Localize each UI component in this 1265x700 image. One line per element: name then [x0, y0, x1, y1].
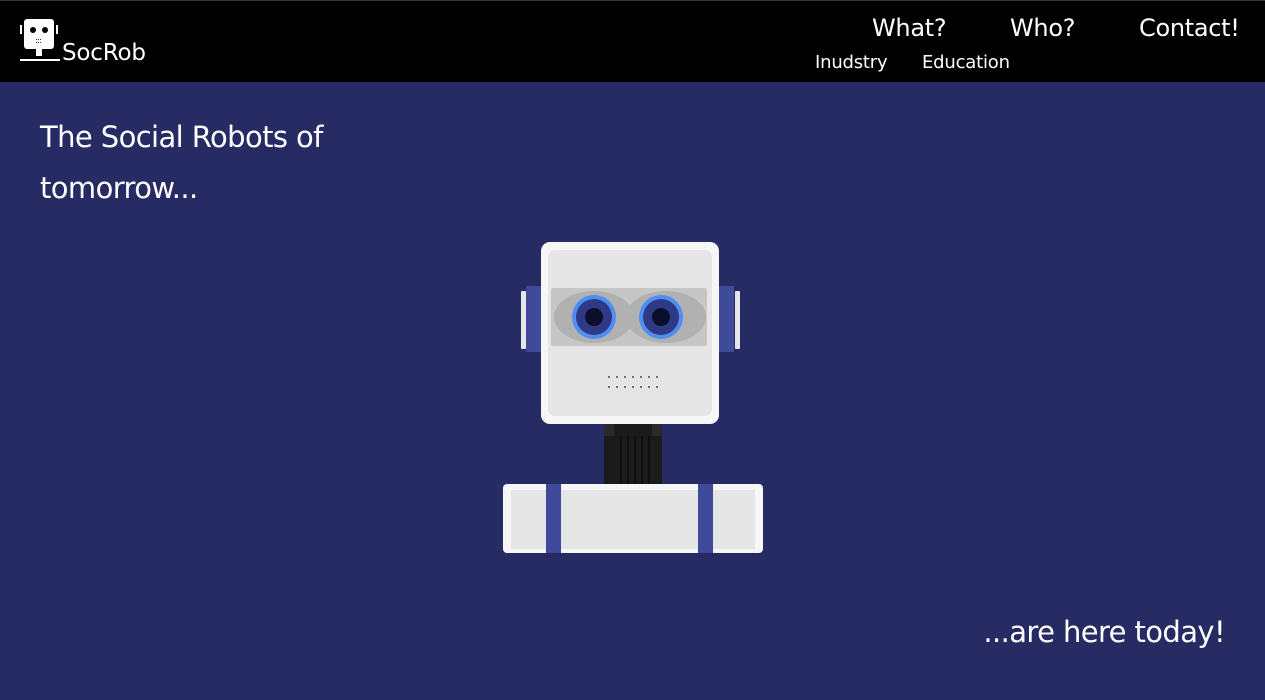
robot-ear-right — [735, 291, 740, 349]
robot-ear-left-band — [526, 286, 541, 352]
robot-head — [541, 242, 719, 424]
robot-ear-left — [521, 291, 526, 349]
robot-ear-right-band — [719, 286, 734, 352]
robot-head-icon — [20, 19, 60, 61]
nav-what[interactable]: What? — [872, 13, 947, 43]
logo-link[interactable]: SocRob — [20, 19, 180, 67]
nav-industry[interactable]: Inudstry — [815, 52, 888, 74]
nav-who[interactable]: Who? — [1010, 13, 1075, 43]
robot-eye-left — [572, 295, 616, 339]
robot-neck — [604, 424, 662, 486]
brand-name: SocRob — [62, 40, 146, 66]
robot-eye-right — [639, 295, 683, 339]
hero-title: The Social Robots of tomorrow... — [40, 120, 323, 205]
robot-illustration — [503, 242, 763, 553]
nav-contact[interactable]: Contact! — [1139, 13, 1240, 43]
nav-education[interactable]: Education — [922, 52, 1010, 74]
robot-body — [503, 484, 763, 553]
hero-tagline: ...are here today! — [983, 615, 1225, 649]
site-header: SocRob What? Who? Contact! Inudstry Educ… — [0, 0, 1265, 82]
